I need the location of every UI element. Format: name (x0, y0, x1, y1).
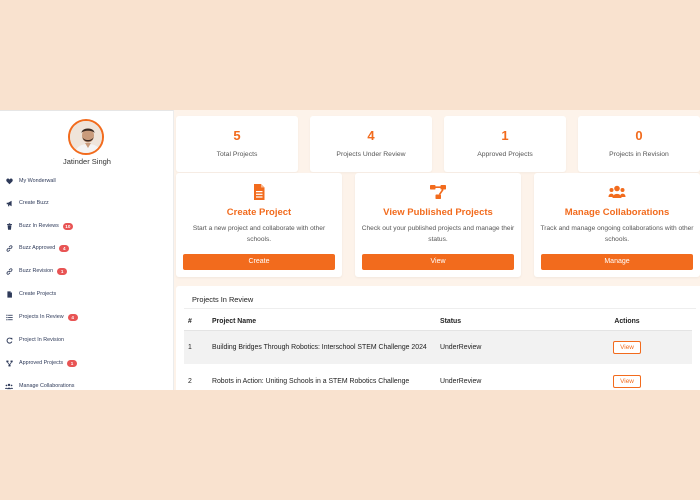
manage-collaborations-card: Manage Collaborations Track and manage o… (534, 173, 700, 277)
sidebar-item-create-projects[interactable]: Create Projects (0, 286, 174, 302)
manage-button[interactable]: Manage (541, 254, 693, 270)
sidebar-item-label: Approved Projects (19, 360, 64, 366)
user-name: Jatinder Singh (63, 157, 111, 166)
card-description: Start a new project and collaborate with… (192, 225, 326, 243)
project-name: Building Bridges Through Robotics: Inter… (212, 330, 440, 364)
sitemap-icon (429, 183, 447, 201)
stat-card-approved-projects: 1 Approved Projects (444, 116, 566, 172)
create-project-card: Create Project Start a new project and c… (176, 173, 342, 277)
file-icon (250, 183, 268, 201)
view-button[interactable]: View (362, 254, 514, 270)
sidebar-item-label: Buzz In Reviews (19, 223, 59, 229)
sidebar-item-label: Buzz Approved (19, 245, 56, 251)
row-number: 1 (184, 330, 212, 364)
sidebar-item-label: Project In Revision (19, 337, 64, 343)
sidebar-item-buzz-approved[interactable]: Buzz Approved 4 (0, 240, 174, 256)
stat-value: 1 (501, 128, 509, 143)
column-header: Project Name (212, 313, 440, 331)
card-title: Create Project (226, 207, 292, 218)
divider (184, 308, 696, 309)
projects-in-review-panel: Projects In Review # Project Name Status… (176, 286, 700, 390)
sitemap-icon (5, 359, 13, 367)
count-badge: 4 (67, 313, 78, 321)
sidebar-item-my-wonderwall[interactable]: My Wonderwall (0, 173, 174, 189)
count-badge: 1 (67, 359, 78, 367)
stat-label: Projects in Revision (609, 151, 669, 158)
link-icon (5, 267, 13, 275)
table-header-row: # Project Name Status Actions (184, 313, 692, 331)
column-header: # (184, 313, 212, 331)
row-number: 2 (188, 377, 192, 385)
project-name: Robots in Action: Uniting Schools in a S… (212, 377, 410, 385)
trash-icon (5, 222, 13, 230)
stat-label: Approved Projects (477, 151, 533, 158)
sidebar-item-buzz-revision[interactable]: Buzz Revision 1 (0, 263, 174, 279)
link-icon (5, 244, 13, 252)
stat-value: 4 (367, 128, 375, 143)
card-description: Check out your published projects and ma… (361, 225, 515, 243)
sidebar: Jatinder Singh My Wonderwall Create Buzz… (0, 110, 174, 390)
sidebar-item-buzz-in-reviews[interactable]: Buzz In Reviews 10 (0, 218, 174, 234)
column-header: Status (440, 313, 562, 331)
stat-label: Projects Under Review (336, 151, 406, 158)
table-row: 1 Building Bridges Through Robotics: Int… (184, 330, 692, 364)
count-badge: 10 (62, 222, 73, 230)
count-badge: 1 (57, 267, 68, 275)
column-header: Actions (562, 313, 692, 331)
create-button[interactable]: Create (183, 254, 335, 270)
list-icon (5, 313, 13, 321)
avatar[interactable] (68, 119, 104, 155)
sidebar-item-manage-collaborations[interactable]: Manage Collaborations (0, 378, 174, 390)
sidebar-item-label: Buzz Revision (19, 268, 54, 274)
stat-label: Total Projects (216, 151, 258, 158)
project-status: UnderReview (440, 330, 562, 364)
table-row: 2 Robots in Action: Uniting Schools in a… (184, 364, 692, 390)
view-button[interactable]: View (613, 340, 641, 354)
card-title: Manage Collaborations (564, 207, 670, 218)
refresh-icon (5, 336, 13, 344)
users-icon (5, 382, 13, 390)
sidebar-item-label: Create Projects (19, 291, 57, 297)
megaphone-icon (5, 199, 13, 207)
actions-cell: View (562, 364, 692, 390)
actions-cell: View (562, 330, 692, 364)
view-published-projects-card: View Published Projects Check out your p… (355, 173, 521, 277)
sidebar-item-create-buzz[interactable]: Create Buzz (0, 195, 174, 211)
section-title: Projects In Review (192, 295, 254, 304)
heart-icon (5, 177, 13, 185)
stat-card-projects-in-revision: 0 Projects in Revision (578, 116, 700, 172)
project-status: UnderReview (440, 377, 482, 385)
sidebar-item-label: Projects In Review (19, 314, 64, 320)
stat-value: 5 (233, 128, 241, 143)
sidebar-item-projects-in-review[interactable]: Projects In Review 4 (0, 309, 174, 325)
app-window: Jatinder Singh My Wonderwall Create Buzz… (0, 110, 700, 390)
stat-value: 0 (635, 128, 643, 143)
stat-card-total-projects: 5 Total Projects (176, 116, 298, 172)
users-icon (608, 183, 626, 201)
card-title: View Published Projects (383, 207, 493, 218)
sidebar-item-label: My Wonderwall (19, 178, 56, 184)
projects-table: # Project Name Status Actions 1 Building… (184, 313, 692, 390)
sidebar-item-approved-projects[interactable]: Approved Projects 1 (0, 355, 174, 371)
sidebar-item-label: Manage Collaborations (19, 383, 75, 389)
file-icon (5, 290, 13, 298)
count-badge: 4 (59, 244, 70, 252)
view-button[interactable]: View (613, 374, 641, 388)
sidebar-item-project-in-revision[interactable]: Project In Revision (0, 332, 174, 348)
card-description: Track and manage ongoing collaborations … (540, 225, 694, 243)
sidebar-item-label: Create Buzz (19, 200, 49, 206)
stat-card-projects-under-review: 4 Projects Under Review (310, 116, 432, 172)
